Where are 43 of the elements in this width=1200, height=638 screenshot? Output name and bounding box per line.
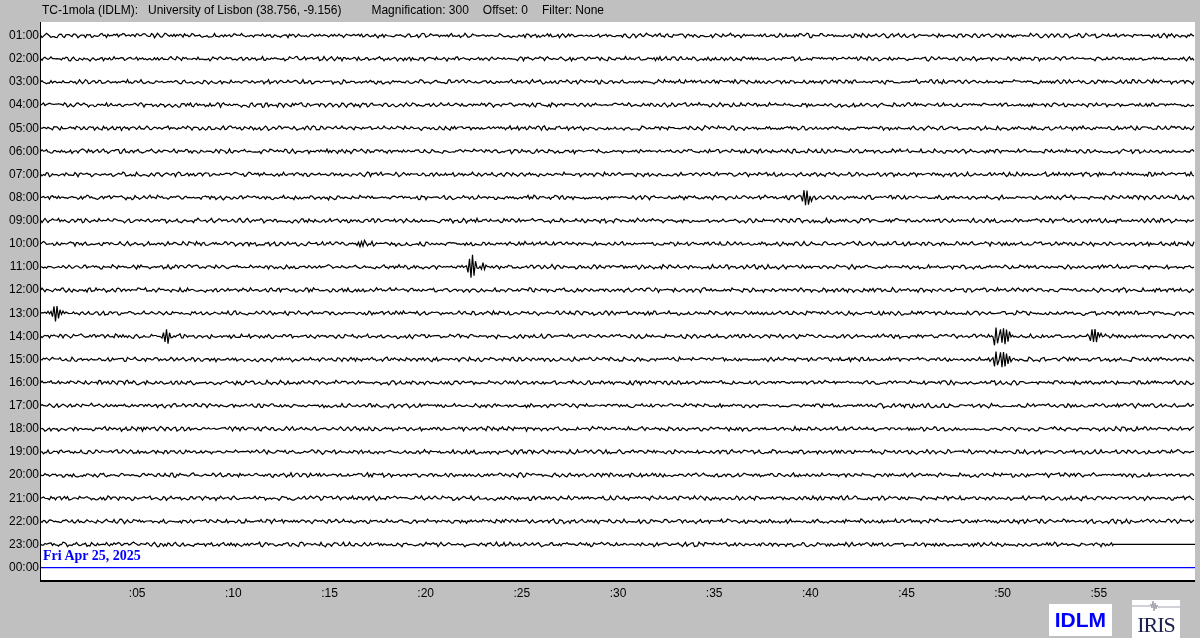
axis-tick-label: :15 bbox=[321, 586, 338, 600]
time-label: 14:00 bbox=[7, 327, 40, 345]
time-label: 04:00 bbox=[7, 96, 40, 114]
time-label: 20:00 bbox=[7, 466, 40, 484]
time-label: 00:00 bbox=[7, 558, 40, 576]
time-label: 05:00 bbox=[7, 119, 40, 137]
filter-label: Filter: None bbox=[542, 3, 605, 17]
axis-tick-label: :05 bbox=[128, 586, 146, 600]
location-label: University of Lisbon (38.756, -9.156) bbox=[148, 3, 342, 17]
time-label: 17:00 bbox=[7, 397, 40, 414]
axis-tick-label: :25 bbox=[513, 586, 531, 600]
time-label: 09:00 bbox=[7, 212, 40, 229]
axis-tick-label: :40 bbox=[802, 586, 819, 600]
magnification-label: Magnification: 300 bbox=[371, 3, 469, 17]
network-logo: IRIS bbox=[1132, 600, 1180, 638]
time-label: 02:00 bbox=[7, 50, 40, 68]
station-logo: IDLM bbox=[1048, 604, 1112, 636]
time-label: 21:00 bbox=[7, 489, 40, 507]
time-label: 16:00 bbox=[7, 373, 40, 391]
time-label: 06:00 bbox=[7, 142, 40, 160]
axis-tick-label: :50 bbox=[994, 586, 1011, 600]
axis-tick-label: :20 bbox=[417, 586, 434, 600]
axis-tick-label: :10 bbox=[225, 586, 242, 600]
time-label: 01:00 bbox=[7, 27, 40, 44]
time-label: 23:00 bbox=[7, 535, 40, 553]
time-label: 08:00 bbox=[7, 188, 40, 206]
time-label: 18:00 bbox=[7, 420, 40, 438]
axis-tick-label: :55 bbox=[1090, 586, 1108, 600]
time-label: 12:00 bbox=[7, 281, 40, 299]
axis-tick-label: :45 bbox=[898, 586, 915, 600]
time-label: 22:00 bbox=[7, 512, 40, 530]
station-name: TC-1mola (IDLM): bbox=[42, 3, 138, 17]
time-label: 10:00 bbox=[7, 235, 40, 253]
time-label: 15:00 bbox=[7, 350, 40, 368]
time-label: 11:00 bbox=[8, 258, 40, 276]
time-label: 13:00 bbox=[7, 304, 40, 322]
time-label: 19:00 bbox=[7, 443, 40, 461]
offset-label: Offset: 0 bbox=[482, 3, 528, 17]
time-label: 03:00 bbox=[7, 73, 40, 91]
date-label: Fri Apr 25, 2025 bbox=[43, 548, 141, 564]
time-label: 07:00 bbox=[7, 165, 40, 183]
axis-tick-label: :35 bbox=[705, 586, 723, 600]
axis-tick-label: :30 bbox=[609, 586, 627, 600]
